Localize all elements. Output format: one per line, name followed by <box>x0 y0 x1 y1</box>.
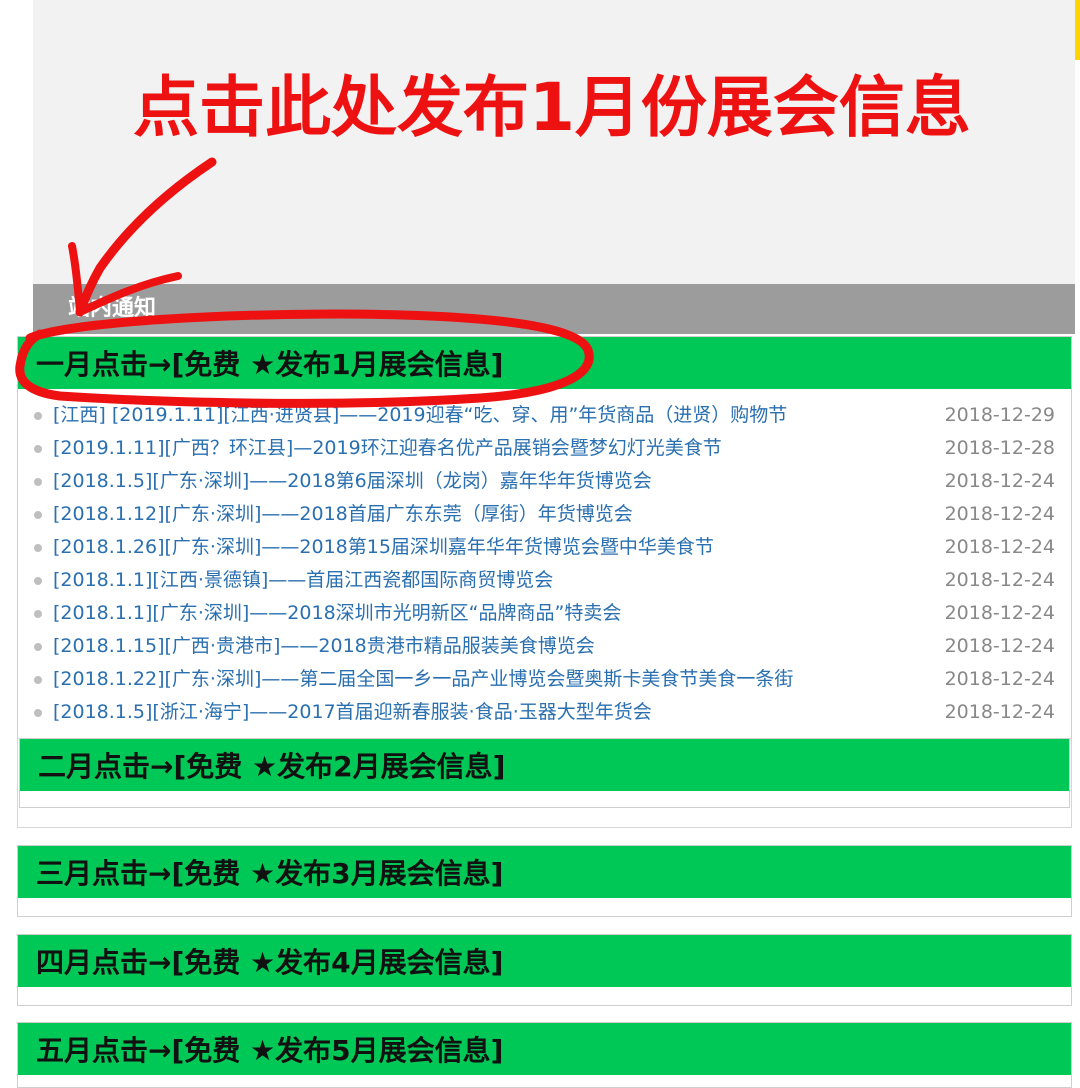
list-item: [2018.1.22][广东·深圳]——第二届全国一乡一品产业博览会暨奥斯卡美食… <box>18 663 1071 696</box>
month-header-apr[interactable]: 四月点击→[免费 ★发布4月展会信息] <box>18 935 1071 987</box>
event-date: 2018-12-24 <box>944 536 1055 558</box>
month-header-may[interactable]: 五月点击→[免费 ★发布5月展会信息] <box>18 1023 1071 1075</box>
event-link[interactable]: [2018.1.12][广东·深圳]——2018首届广东东莞（厚街）年货博览会 <box>53 503 633 525</box>
annotation-title: 点击此处发布1月份展会信息 <box>133 69 971 146</box>
notice-title: 站内通知 <box>68 296 157 321</box>
bullet-icon <box>34 544 42 552</box>
month-header-feb[interactable]: 二月点击→[免费 ★发布2月展会信息] <box>20 739 1069 791</box>
event-date: 2018-12-24 <box>944 635 1055 657</box>
event-date: 2018-12-28 <box>944 437 1055 459</box>
event-date: 2018-12-24 <box>944 701 1055 723</box>
edge-accent <box>1075 0 1080 60</box>
bullet-icon <box>34 643 42 651</box>
event-link[interactable]: [2019.1.11][广西？环江县]—2019环江迎春名优产品展销会暨梦幻灯光… <box>53 437 722 459</box>
event-date: 2018-12-24 <box>944 668 1055 690</box>
month-header-mar[interactable]: 三月点击→[免费 ★发布3月展会信息] <box>18 846 1071 898</box>
bullet-icon <box>34 610 42 618</box>
month-section-apr: 四月点击→[免费 ★发布4月展会信息] <box>17 934 1072 1006</box>
event-link[interactable]: [2018.1.22][广东·深圳]——第二届全国一乡一品产业博览会暨奥斯卡美食… <box>53 668 793 690</box>
month-section-mar: 三月点击→[免费 ★发布3月展会信息] <box>17 845 1072 917</box>
event-link[interactable]: [2018.1.5][浙江·海宁]——2017首届迎新春服装·食品·玉器大型年货… <box>53 701 652 723</box>
month-section-jan: 一月点击→[免费 ★发布1月展会信息] [江西] [2019.1.11][江西·… <box>17 336 1072 806</box>
list-item: [2019.1.11][广西？环江县]—2019环江迎春名优产品展销会暨梦幻灯光… <box>18 432 1071 465</box>
notice-bar: 站内通知 <box>33 284 1075 334</box>
bullet-icon <box>34 412 42 420</box>
list-item: [2018.1.12][广东·深圳]——2018首届广东东莞（厚街）年货博览会 2… <box>18 498 1071 531</box>
event-link[interactable]: [2018.1.5][广东·深圳]——2018第6届深圳（龙岗）嘉年华年货博览会 <box>53 470 652 492</box>
bullet-icon <box>34 709 42 717</box>
list-item: [2018.1.26][广东·深圳]——2018第15届深圳嘉年华年货博览会暨中… <box>18 531 1071 564</box>
event-date: 2018-12-29 <box>944 404 1055 426</box>
list-item: [2018.1.5][浙江·海宁]——2017首届迎新春服装·食品·玉器大型年货… <box>18 696 1071 729</box>
bullet-icon <box>34 478 42 486</box>
list-item: [2018.1.15][广西·贵港市]——2018贵港市精品服装美食博览会 201… <box>18 630 1071 663</box>
event-link[interactable]: [2018.1.26][广东·深圳]——2018第15届深圳嘉年华年货博览会暨中… <box>53 536 714 558</box>
list-item: [江西] [2019.1.11][江西·进贤县]——2019迎春“吃、穿、用”年… <box>18 399 1071 432</box>
bullet-icon <box>34 676 42 684</box>
event-list-jan: [江西] [2019.1.11][江西·进贤县]——2019迎春“吃、穿、用”年… <box>18 389 1071 729</box>
event-link[interactable]: [2018.1.1][江西·景德镇]——首届江西瓷都国际商贸博览会 <box>53 569 553 591</box>
bullet-icon <box>34 511 42 519</box>
event-link[interactable]: [2018.1.1][广东·深圳]——2018深圳市光明新区“品牌商品”特卖会 <box>53 602 621 624</box>
event-date: 2018-12-24 <box>944 503 1055 525</box>
list-item: [2018.1.1][广东·深圳]——2018深圳市光明新区“品牌商品”特卖会 2… <box>18 597 1071 630</box>
month-section-may: 五月点击→[免费 ★发布5月展会信息] <box>17 1022 1072 1088</box>
bullet-icon <box>34 577 42 585</box>
event-date: 2018-12-24 <box>944 470 1055 492</box>
list-item: [2018.1.1][江西·景德镇]——首届江西瓷都国际商贸博览会 2018-12… <box>18 564 1071 597</box>
event-link[interactable]: [2018.1.15][广西·贵港市]——2018贵港市精品服装美食博览会 <box>53 635 595 657</box>
month-header-jan[interactable]: 一月点击→[免费 ★发布1月展会信息] <box>18 337 1071 389</box>
event-date: 2018-12-24 <box>944 602 1055 624</box>
bullet-icon <box>34 445 42 453</box>
month-section-feb: 二月点击→[免费 ★发布2月展会信息] <box>19 738 1070 808</box>
event-date: 2018-12-24 <box>944 569 1055 591</box>
event-link[interactable]: [江西] [2019.1.11][江西·进贤县]——2019迎春“吃、穿、用”年… <box>53 404 787 426</box>
list-item: [2018.1.5][广东·深圳]——2018第6届深圳（龙岗）嘉年华年货博览会… <box>18 465 1071 498</box>
